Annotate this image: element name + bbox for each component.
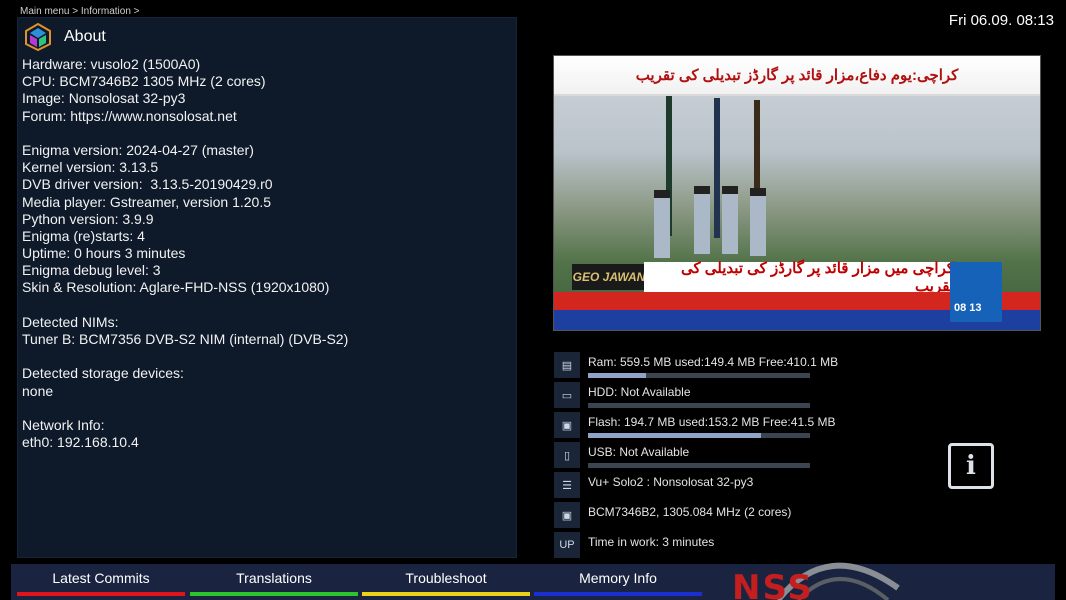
info-line: Image: Nonsolosat 32-py3 [22,90,186,107]
info-line: Skin & Resolution: Aglare-FHD-NSS (1920x… [22,279,330,296]
color-button-latest-commits[interactable]: Latest Commits [17,564,185,596]
color-button-stripe [362,592,530,596]
usage-bar [588,463,810,468]
info-line: Detected storage devices: [22,365,184,382]
ram-icon: ▤ [554,352,580,378]
stat-body: USB: Not Available [588,442,810,468]
color-button-stripe [534,592,702,596]
page-title: About [64,28,106,45]
nss-logo-text: NSS [732,568,814,600]
info-line: Enigma version: 2024-04-27 (master) [22,141,254,158]
uptime-icon: UP [554,532,580,558]
guard-figure [750,188,766,256]
info-line: Python version: 3.9.9 [22,210,154,227]
stat-body: Flash: 194.7 MB used:153.2 MB Free:41.5 … [588,412,836,438]
info-line: Enigma (re)starts: 4 [22,227,145,244]
cpu-icon: ▣ [554,502,580,528]
usage-bar [588,373,810,378]
receiver-icon: ☰ [554,472,580,498]
stat-label: Flash: 194.7 MB used:153.2 MB Free:41.5 … [588,415,836,429]
app-logo-icon [25,23,51,51]
info-line: Tuner B: BCM7356 DVB-S2 NIM (internal) (… [22,331,349,347]
color-button-stripe [190,592,358,596]
info-line: Kernel version: 3.13.5 [22,159,159,176]
usage-bar [588,403,810,408]
stat-label: Ram: 559.5 MB used:149.4 MB Free:410.1 M… [588,355,839,369]
info-button[interactable]: i [948,443,994,489]
about-panel: About Hardware: vusolo2 (1500A0) CPU: BCM… [17,17,517,558]
breadcrumb: Main menu > Information > [20,6,140,17]
info-line: Detected NIMs: [22,313,119,330]
info-line: DVB driver version: 3.13.5-20190429.r0 [22,176,273,193]
color-button-translations[interactable]: Translations [190,564,358,596]
info-line: Forum: https://www.nonsolosat.net [22,107,237,124]
stat-body: BCM7346B2, 1305.084 MHz (2 cores) [588,502,810,519]
stat-label: HDD: Not Available [588,385,691,399]
stat-body: Ram: 559.5 MB used:149.4 MB Free:410.1 M… [588,352,839,378]
tv-brand-logo: GEO JAWAN [572,264,646,290]
usb-icon: ▯ [554,442,580,468]
panel-header: About [24,22,106,52]
stat-label: USB: Not Available [588,445,690,459]
color-button-troubleshoot[interactable]: Troubleshoot [362,564,530,596]
info-line: Network Info: [22,416,105,433]
stat-row: ▣ BCM7346B2, 1305.084 MHz (2 cores) [554,502,810,530]
info-line: Media player: Gstreamer, version 1.20.5 [22,193,272,210]
guard-figure [722,186,738,254]
stat-row: ▣ Flash: 194.7 MB used:153.2 MB Free:41.5… [554,412,836,440]
color-button-label: Memory Info [579,570,657,586]
stat-label: BCM7346B2, 1305.084 MHz (2 cores) [588,505,792,519]
flash-icon: ▣ [554,412,580,438]
guard-figure [694,186,710,254]
tv-headline: کراچی:یوم دفاع،مزار قائد پر گارڈز تبدیلی… [554,56,1040,96]
clock: Fri 06.09. 08:13 [948,12,1054,29]
tv-preview: کراچی:یوم دفاع،مزار قائد پر گارڈز تبدیلی… [553,55,1041,331]
guard-figure [654,190,670,258]
flag-pole [714,98,720,238]
info-line: none [22,382,54,399]
color-button-label: Latest Commits [52,570,150,586]
info-line: Enigma debug level: 3 [22,262,161,279]
stat-label: Vu+ Solo2 : Nonsolosat 32-py3 [588,475,754,489]
usage-bar [588,433,810,438]
info-line: eth0: 192.168.10.4 [22,434,139,451]
tv-time: 08 13 [954,302,982,314]
info-line: CPU: BCM7346B2 1305 MHz (2 cores) [22,73,266,90]
color-button-memory-info[interactable]: Memory Info [534,564,702,596]
stat-body: Time in work: 3 minutes [588,532,810,549]
color-button-label: Troubleshoot [405,570,487,586]
info-line: Hardware: vusolo2 (1500A0) [22,56,201,72]
stat-body: Vu+ Solo2 : Nonsolosat 32-py3 [588,472,810,489]
stat-row: ▯ USB: Not Available [554,442,810,470]
stat-label: Time in work: 3 minutes [588,535,715,549]
stat-row: ▤ Ram: 559.5 MB used:149.4 MB Free:410.1 … [554,352,839,380]
usage-bar-fill [588,373,646,378]
info-line: Uptime: 0 hours 3 minutes [22,245,186,262]
usage-bar-fill [588,433,762,438]
stat-row: ▭ HDD: Not Available [554,382,810,410]
color-button-stripe [17,592,185,596]
stat-body: HDD: Not Available [588,382,810,408]
about-info-text: Hardware: vusolo2 (1500A0) CPU: BCM7346B2… [22,56,348,451]
nss-logo: NSS [718,548,908,600]
tv-ticker-headline: کراچی میں مزار قائد پر گارڈز کی تبدیلی ک… [644,260,954,295]
hdd-icon: ▭ [554,382,580,408]
color-button-label: Translations [236,570,312,586]
stat-row: ☰ Vu+ Solo2 : Nonsolosat 32-py3 [554,472,810,500]
